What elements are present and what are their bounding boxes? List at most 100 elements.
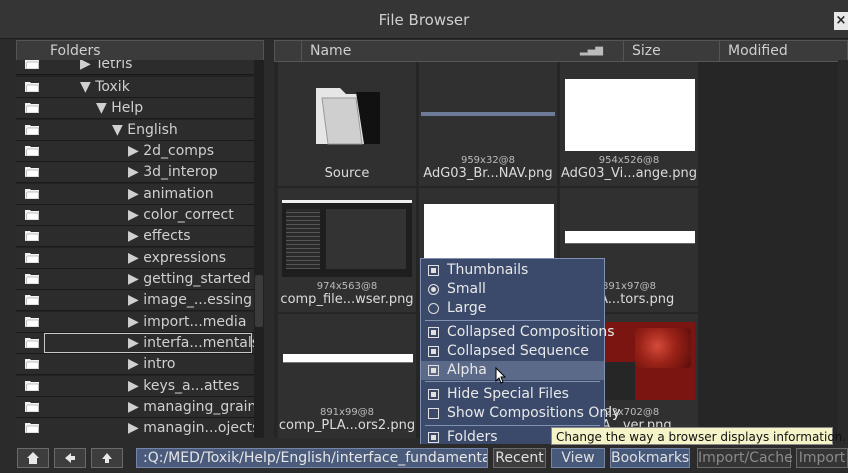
import-button[interactable]: Import — [796, 448, 848, 468]
tree-row-managing-projects[interactable]: ▶ managin...ojects — [16, 418, 254, 438]
tree-row-interface-fundamentals[interactable]: ▶ interfa...mentals — [16, 333, 254, 354]
folder-scrollbar-thumb[interactable] — [255, 275, 263, 327]
recent-button[interactable]: Recent — [493, 448, 546, 468]
folder-icon — [25, 317, 39, 327]
menu-item-show-compositions-only[interactable]: Show Compositions Only — [421, 404, 620, 423]
window-title: File Browser — [378, 11, 470, 29]
files-scrollbar[interactable] — [838, 60, 848, 438]
file-item-comp-pla-ors2[interactable]: 891x99@8 comp_PLA...ors2.png — [278, 314, 416, 438]
tree-row-2d-comps[interactable]: ▶ 2d_comps — [16, 141, 254, 162]
menu-item-label: Collapsed Sequence — [447, 343, 589, 359]
file-item-source[interactable]: Source — [278, 62, 416, 186]
checkbox-icon — [428, 346, 439, 357]
file-resolution: 974x563@8 — [316, 281, 378, 292]
tree-row-intro[interactable]: ▶ intro — [16, 354, 254, 375]
file-resolution: 959x32@8 — [460, 155, 516, 166]
tree-row-3d-interop[interactable]: ▶ 3d_interop — [16, 162, 254, 183]
menu-item-small[interactable]: Small — [421, 280, 604, 299]
tree-label: ▶ color_correct — [128, 207, 234, 223]
thumbnail — [421, 112, 555, 116]
checkbox-icon — [428, 432, 439, 443]
folder-scrollbar[interactable] — [254, 60, 264, 438]
home-button[interactable] — [17, 448, 49, 468]
folder-icon — [25, 402, 39, 412]
menu-item-label: Show Compositions Only — [447, 405, 621, 421]
bookmarks-button[interactable]: Bookmarks — [610, 448, 690, 468]
file-item-adg03-vi-ange[interactable]: 954x526@8 AdG03_Vi...ange.png — [560, 62, 698, 186]
sort-icon: ▂▄▆ — [579, 45, 603, 56]
tree-label: ▶ 2d_comps — [128, 143, 215, 159]
thumbnail — [283, 354, 413, 363]
close-button[interactable]: × — [834, 12, 848, 30]
up-arrow-icon — [102, 453, 112, 463]
file-name: comp_file...wser.png — [280, 292, 414, 307]
tree-label: ▶ import...media — [128, 314, 247, 330]
tree-row-image-processing[interactable]: ▶ image_...essing — [16, 290, 254, 311]
folder-icon — [25, 231, 39, 241]
path-field[interactable]: :Q:/MED/Toxik/Help/English/interface_fun… — [136, 448, 488, 468]
radio-icon — [428, 284, 439, 295]
column-size-label: Size — [632, 43, 661, 59]
tree-row-getting-started[interactable]: ▶ getting_started — [16, 269, 254, 290]
tree-row-color-correct[interactable]: ▶ color_correct — [16, 205, 254, 226]
menu-item-hide-special-files[interactable]: Hide Special Files — [421, 385, 604, 404]
import-cache-button[interactable]: Import/Cache — [697, 448, 793, 468]
tree-row-toxik[interactable]: ▼ Toxik — [16, 77, 254, 98]
tree-row-keys-and-mattes[interactable]: ▶ keys_a...attes — [16, 376, 254, 397]
file-name: comp_PLA...ors2.png — [278, 418, 416, 433]
folder-icon — [25, 295, 39, 305]
tooltip: Change the way a browser displays inform… — [551, 427, 846, 445]
up-button[interactable] — [91, 448, 123, 468]
view-button[interactable]: View — [551, 448, 605, 468]
mouse-cursor-icon — [495, 367, 507, 384]
menu-item-collapsed-compositions[interactable]: Collapsed Compositions — [421, 323, 615, 342]
tree-label: ▶ effects — [128, 228, 191, 244]
folder-icon — [25, 82, 39, 92]
back-button[interactable] — [54, 448, 86, 468]
file-item-adg03-br-nav[interactable]: 959x32@8 AdG03_Br...NAV.png — [419, 62, 557, 186]
menu-separator — [425, 425, 600, 426]
column-name[interactable]: Name ▂▄▆ — [301, 41, 611, 61]
file-item-comp-file-browser[interactable]: 974x563@8 comp_file...wser.png — [278, 188, 416, 312]
folder-icon — [25, 103, 39, 113]
column-modified-label: Modified — [728, 43, 788, 59]
tree-row-tetris[interactable]: ▶ Tetris — [16, 60, 254, 75]
menu-item-large[interactable]: Large — [421, 299, 604, 318]
menu-item-label: Alpha — [447, 362, 487, 378]
tree-label: ▶ keys_a...attes — [128, 378, 240, 394]
thumbnail — [565, 231, 695, 244]
tree-row-expressions[interactable]: ▶ expressions — [16, 248, 254, 269]
menu-item-alpha[interactable]: Alpha — [421, 361, 604, 380]
file-name: AdG03_Vi...ange.png — [561, 166, 697, 181]
checkbox-icon — [428, 389, 439, 400]
folder-icon — [316, 88, 380, 145]
tree-row-effects[interactable]: ▶ effects — [16, 226, 254, 247]
folders-header: Folders — [16, 40, 264, 62]
tree-row-animation[interactable]: ▶ animation — [16, 184, 254, 205]
tree-row-import-media[interactable]: ▶ import...media — [16, 312, 254, 333]
menu-separator — [425, 381, 600, 382]
column-size[interactable]: Size — [623, 41, 719, 61]
thumbnail — [282, 200, 412, 277]
tree-label: ▶ Tetris — [80, 60, 133, 72]
file-name: Source — [324, 166, 370, 181]
checkbox-icon — [428, 365, 439, 376]
tree-label: ▶ managin...ojects — [128, 420, 254, 436]
tree-row-english[interactable]: ▼ English — [16, 120, 254, 141]
folder-icon — [25, 167, 39, 177]
folder-icon — [25, 189, 39, 199]
file-resolution: 891x99@8 — [319, 407, 375, 418]
menu-item-collapsed-sequence[interactable]: Collapsed Sequence — [421, 342, 604, 361]
folder-icon — [25, 146, 39, 156]
tree-row-managing-grain[interactable]: ▶ managing_grain — [16, 397, 254, 418]
tree-label: ▼ English — [112, 122, 178, 138]
column-modified[interactable]: Modified — [719, 41, 848, 61]
tree-label: ▼ Toxik — [80, 79, 130, 95]
tree-label: ▶ 3d_interop — [128, 164, 218, 180]
menu-item-label: Thumbnails — [447, 262, 529, 278]
folder-icon — [25, 423, 39, 433]
column-name-label: Name — [310, 43, 352, 59]
menu-item-thumbnails[interactable]: Thumbnails — [421, 261, 604, 280]
menu-item-label: Small — [447, 281, 486, 297]
tree-row-help[interactable]: ▼ Help — [16, 98, 254, 119]
